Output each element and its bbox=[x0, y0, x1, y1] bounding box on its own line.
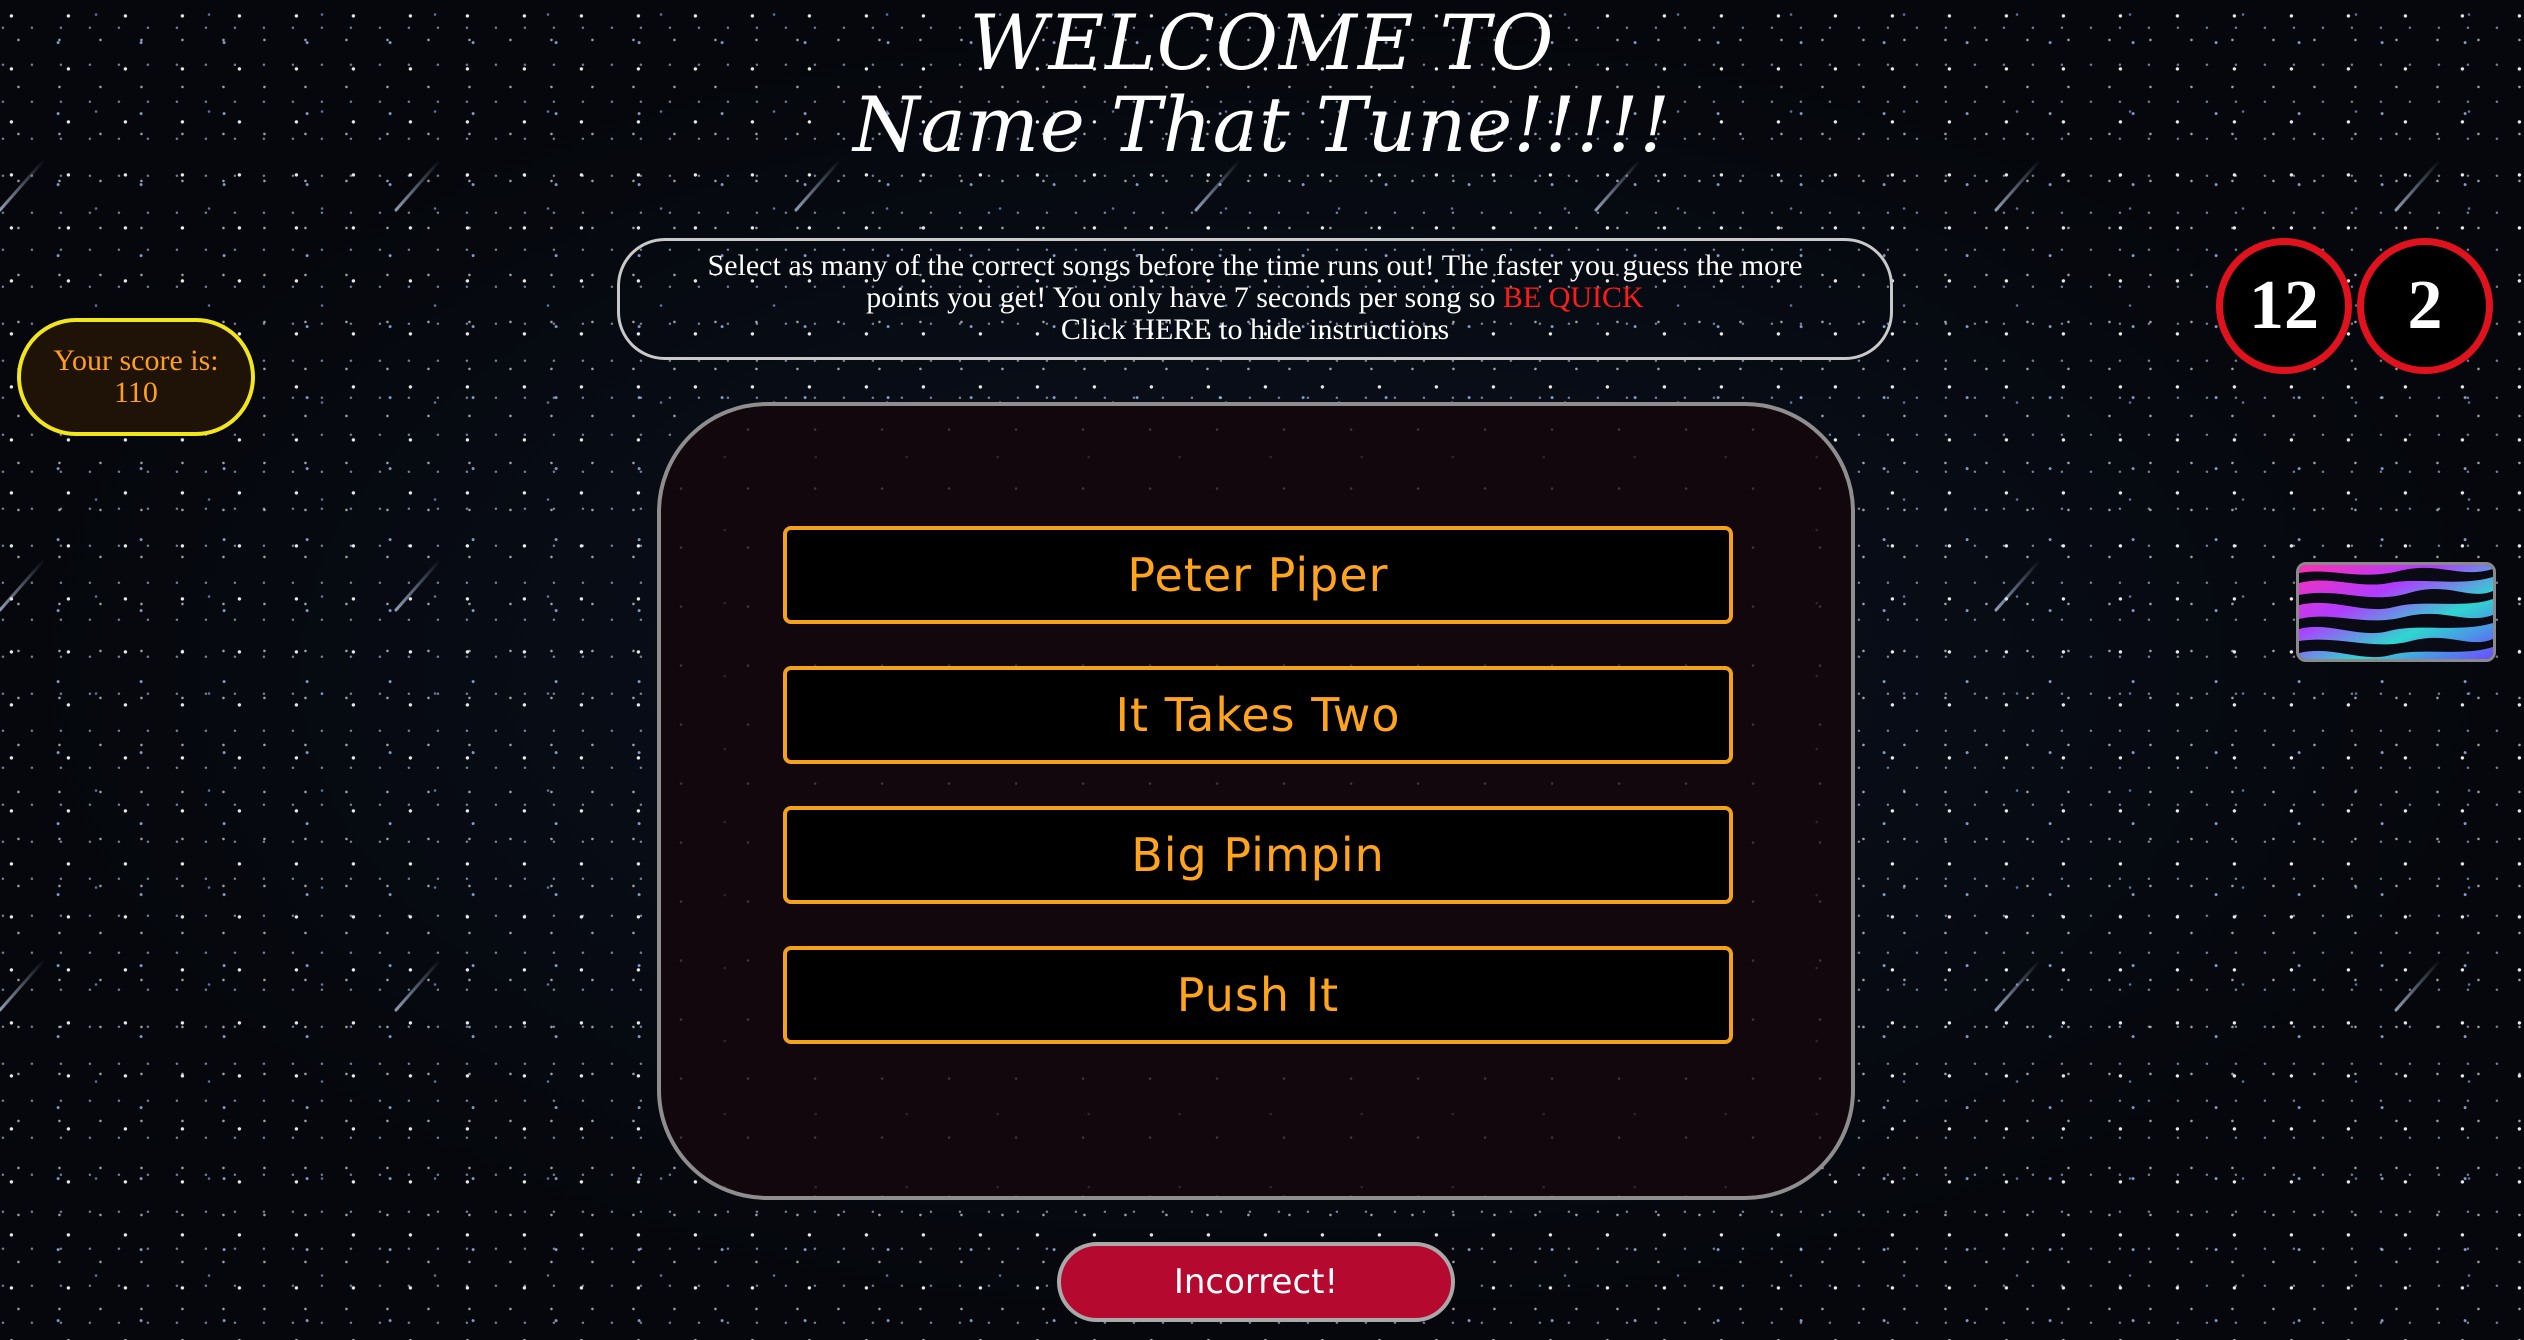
instructions-line-2: points you get! You only have 7 seconds … bbox=[620, 282, 1890, 314]
countdown-timer-primary: 12 bbox=[2216, 238, 2352, 374]
instructions-line-1: Select as many of the correct songs befo… bbox=[707, 249, 1803, 282]
hide-instructions-link[interactable]: Click HERE to hide instructions bbox=[620, 314, 1890, 346]
answer-option-3[interactable]: Big Pimpin bbox=[783, 806, 1733, 904]
answer-panel: Peter Piper It Takes Two Big Pimpin Push… bbox=[657, 402, 1855, 1200]
title-game-name: Name That Tune!!!!! bbox=[853, 80, 1671, 169]
countdown-timer-secondary: 2 bbox=[2357, 238, 2493, 374]
score-badge: Your score is: 110 bbox=[17, 318, 255, 436]
instructions-line-2-text: points you get! You only have 7 seconds … bbox=[866, 281, 1503, 314]
zebra-pattern-image[interactable] bbox=[2296, 562, 2496, 662]
instructions-box: Select as many of the correct songs befo… bbox=[617, 238, 1893, 360]
score-text: Your score is: 110 bbox=[53, 344, 219, 409]
answer-option-1[interactable]: Peter Piper bbox=[783, 526, 1733, 624]
title-welcome: WELCOME TO bbox=[969, 0, 1555, 87]
answer-option-4[interactable]: Push It bbox=[783, 946, 1733, 1044]
feedback-badge: Incorrect! bbox=[1057, 1242, 1455, 1322]
page-title: WELCOME TO Name That Tune!!!!! bbox=[0, 0, 2524, 168]
answer-option-2[interactable]: It Takes Two bbox=[783, 666, 1733, 764]
zebra-stripes-icon bbox=[2299, 565, 2493, 659]
feedback-text: Incorrect! bbox=[1173, 1262, 1339, 1302]
be-quick-emphasis: BE QUICK bbox=[1502, 281, 1644, 314]
